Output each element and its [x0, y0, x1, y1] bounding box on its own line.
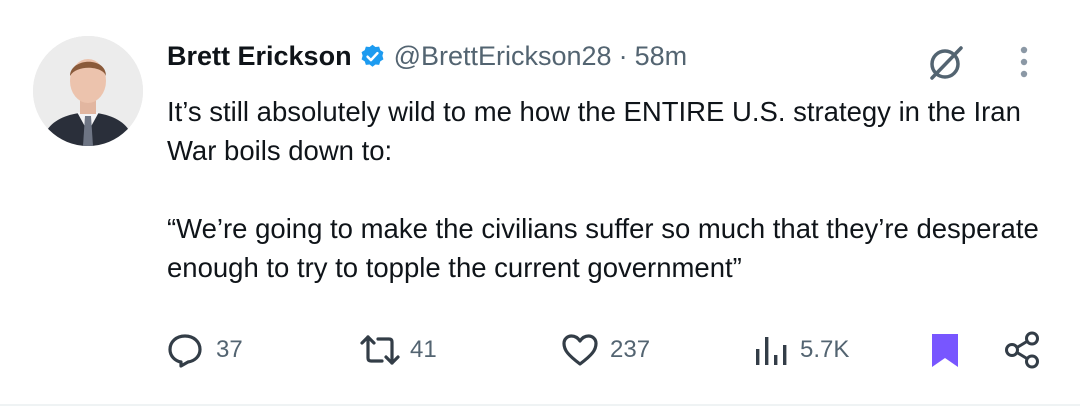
more-vertical-icon[interactable]	[1012, 42, 1036, 82]
heart-icon	[562, 334, 598, 366]
timestamp[interactable]: 58m	[635, 41, 688, 72]
views-count: 5.7K	[800, 336, 850, 363]
like-button[interactable]: 237	[560, 328, 650, 372]
grok-icon[interactable]	[923, 40, 969, 86]
retweet-count: 41	[410, 336, 437, 363]
tweet-header: Brett Erickson @BrettErickson28 · 58m	[167, 36, 687, 76]
share-icon	[1005, 331, 1039, 369]
like-count: 237	[610, 336, 651, 363]
verified-badge-icon	[361, 44, 383, 67]
reply-button[interactable]: 37	[166, 328, 243, 372]
avatar[interactable]	[33, 36, 143, 146]
avatar-photo	[33, 36, 143, 146]
tweet: Brett Erickson @BrettErickson28 · 58m It…	[0, 0, 1080, 409]
retweet-icon	[360, 335, 400, 365]
separator-dot: ·	[618, 40, 628, 71]
divider	[0, 404, 1080, 406]
bookmark-icon	[932, 334, 958, 367]
share-button[interactable]	[1002, 328, 1042, 372]
reply-icon	[168, 334, 202, 368]
reply-count: 37	[216, 336, 243, 363]
retweet-button[interactable]: 41	[358, 328, 437, 372]
tweet-paragraph: It’s still absolutely wild to me how the…	[167, 96, 1021, 166]
tweet-text: It’s still absolutely wild to me how the…	[167, 92, 1047, 287]
author-handle[interactable]: @BrettErickson28	[394, 41, 612, 72]
views-button[interactable]: 5.7K	[754, 328, 849, 372]
bookmark-button[interactable]	[928, 328, 962, 372]
tweet-paragraph: “We’re going to make the civilians suffe…	[167, 213, 1039, 283]
action-bar: 37 41 237 5.7K	[0, 328, 1080, 372]
views-icon	[756, 337, 787, 365]
author-name[interactable]: Brett Erickson	[167, 41, 352, 72]
